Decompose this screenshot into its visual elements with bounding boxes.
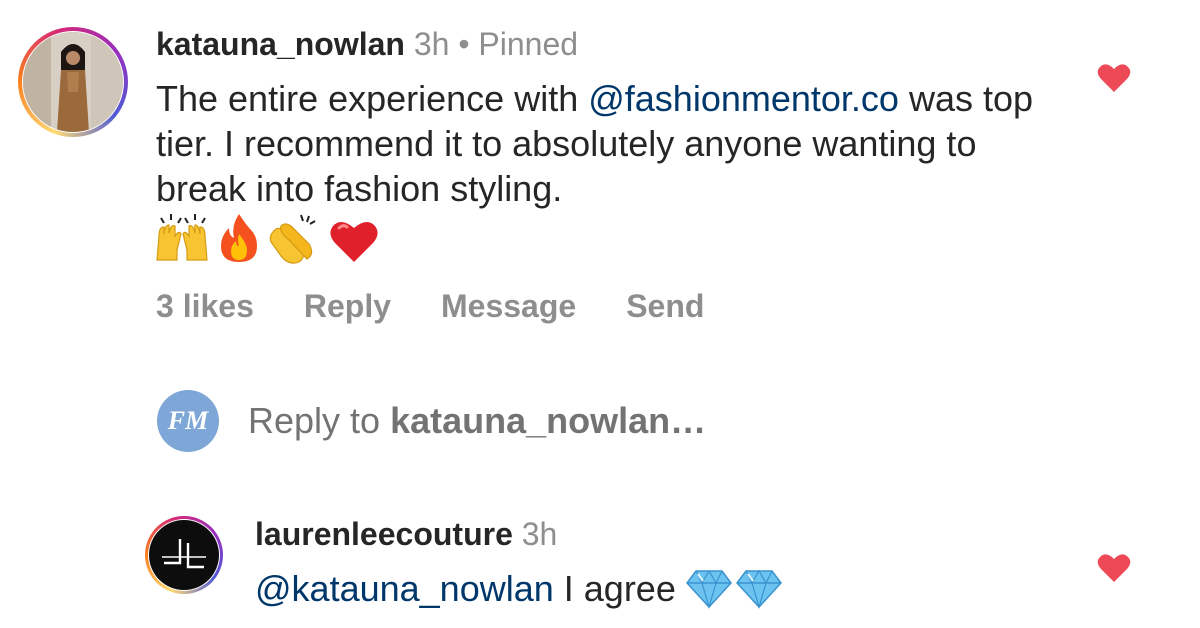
comments-thread: katauna_nowlan 3h • Pinned The entire ex… (0, 0, 1200, 628)
fire-emoji-icon (221, 214, 257, 262)
reply-prompt-prefix: Reply to (248, 400, 391, 441)
comment-timestamp: 3h (413, 26, 450, 62)
mention-link[interactable]: @katauna_nowlan (255, 565, 554, 613)
commenter-avatar-katauna[interactable] (18, 27, 128, 137)
reply-button[interactable]: Reply (304, 284, 391, 328)
like-heart-icon[interactable] (1097, 553, 1131, 583)
send-button[interactable]: Send (626, 284, 704, 328)
gem-stone-emoji-icon (685, 569, 732, 609)
red-heart-emoji-icon (330, 221, 378, 262)
comment-header: katauna_nowlan 3h • Pinned (156, 22, 578, 66)
likes-count-button[interactable]: 3 likes (156, 284, 254, 328)
reply-input[interactable]: Reply to katauna_nowlan… (248, 399, 706, 443)
like-heart-icon[interactable] (1097, 63, 1131, 93)
gem-stone-emoji-icon (735, 569, 782, 609)
comment-username[interactable]: laurenleecouture (255, 516, 513, 552)
comment-text-start: The entire experience with (156, 78, 589, 119)
mention-link[interactable]: @fashionmentor.co (588, 78, 899, 119)
clapping-hands-emoji-icon (269, 214, 316, 264)
separator-dot: • (458, 26, 470, 62)
comment-username[interactable]: katauna_nowlan (156, 26, 405, 62)
comment-header: laurenleecouture 3h (255, 512, 557, 556)
pinned-label: Pinned (478, 26, 579, 62)
message-button[interactable]: Message (441, 284, 576, 328)
profile-photo (23, 32, 123, 132)
comment-emojis (153, 212, 379, 264)
brand-logo (149, 520, 219, 590)
reply-target-username: katauna_nowlan… (390, 400, 707, 441)
comment-text: The entire experience with @fashionmento… (156, 76, 1056, 211)
commenter-avatar-laurenleecouture[interactable] (145, 516, 223, 594)
comment-text-rest: I agree (553, 568, 676, 609)
comment-text: @katauna_nowlan I agree (255, 565, 782, 613)
own-avatar: FM (157, 390, 219, 452)
comment-timestamp: 3h (521, 516, 558, 552)
comment-actions: 3 likes Reply Message Send (156, 284, 704, 328)
raising-hands-emoji-icon (156, 214, 208, 261)
avatar-initials: FM (167, 406, 209, 435)
